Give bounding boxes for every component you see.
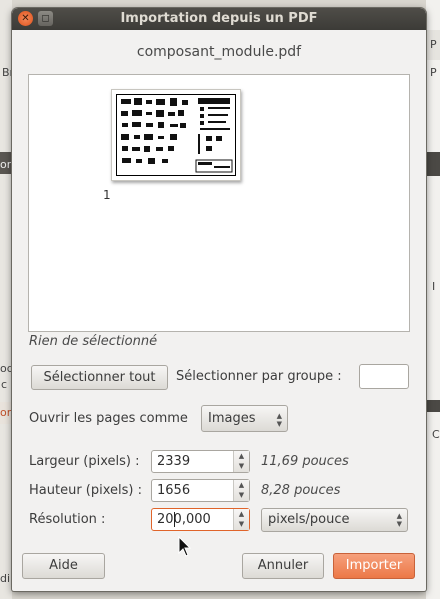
- background-text: P: [430, 38, 437, 51]
- import-button[interactable]: Importer: [333, 553, 415, 579]
- open-pages-as-dropdown[interactable]: Images ▲ ▼: [201, 405, 288, 432]
- spin-arrows-icon[interactable]: ▲ ▼: [233, 451, 249, 472]
- background-text: I: [432, 280, 436, 293]
- cancel-button[interactable]: Annuler: [242, 553, 324, 579]
- background-text: di: [0, 572, 11, 585]
- open-pages-as-label: Ouvrir les pages comme: [29, 411, 188, 426]
- height-value: 1656: [157, 483, 191, 498]
- spin-arrows-icon[interactable]: ▲ ▼: [233, 509, 249, 530]
- background-text: C: [432, 428, 440, 441]
- background-window-left: [0, 0, 12, 599]
- select-all-button[interactable]: Sélectionner tout: [31, 365, 168, 390]
- background-toolbar-strip: [426, 400, 440, 412]
- open-pages-as-value: Images: [208, 411, 256, 426]
- background-text: c: [1, 378, 8, 391]
- mouse-pointer-icon: [178, 536, 192, 557]
- text-cursor: [174, 512, 175, 527]
- updown-arrows-icon: ▲ ▼: [396, 512, 402, 528]
- select-by-group-label: Sélectionner par groupe :: [176, 369, 342, 384]
- background-toolbar-strip: [426, 152, 440, 176]
- height-label: Hauteur (pixels) :: [29, 483, 142, 498]
- dialog-title: Importation depuis un PDF: [120, 11, 318, 26]
- height-inches: 8,28 pouces: [261, 483, 341, 498]
- updown-arrows-icon: ▲ ▼: [276, 412, 282, 428]
- page-thumbnail[interactable]: [111, 89, 241, 181]
- resolution-spinbox[interactable]: 200,000 ▲ ▼: [151, 508, 250, 531]
- title-bar[interactable]: ✕ ◻ Importation depuis un PDF: [12, 8, 426, 30]
- selection-status: Rien de sélectionné: [29, 334, 158, 349]
- pdf-import-dialog: ✕ ◻ Importation depuis un PDF composant_…: [12, 8, 426, 591]
- width-inches: 11,69 pouces: [261, 454, 349, 469]
- width-label: Largeur (pixels) :: [29, 454, 140, 469]
- resolution-label: Résolution :: [29, 512, 106, 527]
- background-text: or: [0, 158, 12, 171]
- width-value: 2339: [157, 454, 191, 469]
- resolution-value: 200,000: [157, 512, 211, 527]
- help-button[interactable]: Aide: [22, 553, 105, 579]
- background-text: P: [430, 66, 437, 79]
- pdf-filename: composant_module.pdf: [136, 44, 302, 60]
- resolution-unit-dropdown[interactable]: pixels/pouce ▲ ▼: [261, 508, 408, 532]
- page-preview-area[interactable]: 1: [28, 74, 410, 332]
- resolution-unit-value: pixels/pouce: [268, 512, 350, 527]
- background-window-right: [426, 0, 440, 599]
- height-spinbox[interactable]: 1656 ▲ ▼: [151, 479, 250, 502]
- page-number-label: 1: [103, 188, 111, 202]
- select-by-group-input[interactable]: [359, 364, 409, 389]
- spin-arrows-icon[interactable]: ▲ ▼: [233, 480, 249, 501]
- page-thumbnail-image: [116, 94, 236, 176]
- width-spinbox[interactable]: 2339 ▲ ▼: [151, 450, 250, 473]
- background-text: or: [0, 406, 12, 419]
